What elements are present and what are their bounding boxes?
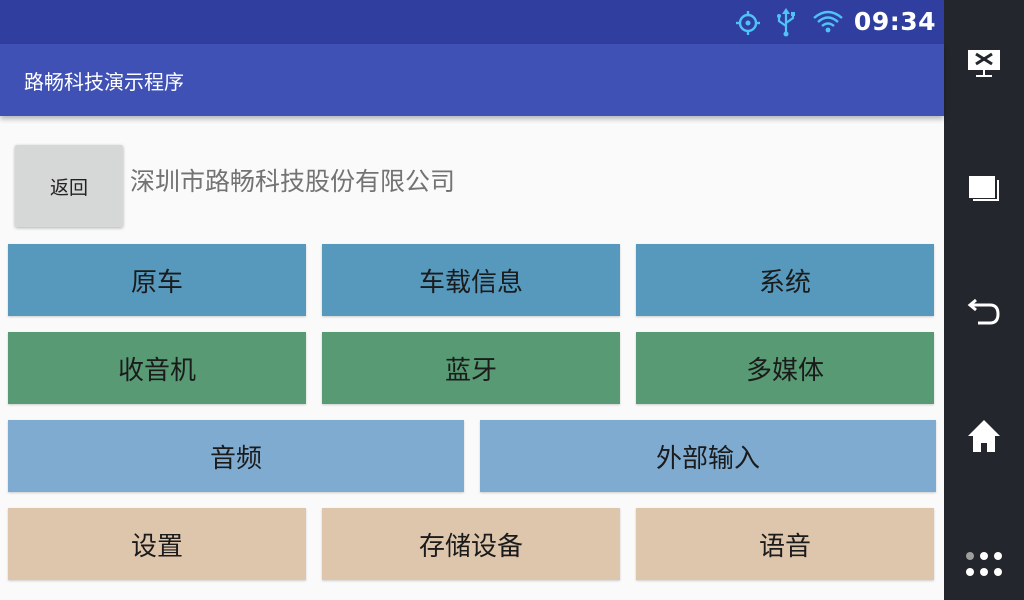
bluetooth-button[interactable]: 蓝牙	[322, 332, 620, 404]
system-button[interactable]: 系统	[636, 244, 934, 316]
main-content: 返回 深圳市路畅科技股份有限公司 原车 车载信息 系统 收音机 蓝牙 多媒体 音…	[0, 116, 944, 600]
recent-apps-icon[interactable]	[964, 168, 1004, 208]
radio-button[interactable]: 收音机	[8, 332, 306, 404]
navigation-bar	[944, 0, 1024, 600]
wifi-icon	[813, 10, 843, 33]
company-name: 深圳市路畅科技股份有限公司	[130, 167, 456, 196]
multimedia-button[interactable]: 多媒体	[636, 332, 934, 404]
apps-grid-icon[interactable]	[964, 546, 1004, 586]
device-screen: 09:34 路畅科技演示程序 返回 深圳市路畅科技股份有限公司 原车 车载信息 …	[0, 0, 1024, 600]
back-button[interactable]: 返回	[15, 145, 123, 227]
screen-mirror-icon[interactable]	[964, 42, 1004, 82]
settings-button[interactable]: 设置	[8, 508, 306, 580]
home-icon[interactable]	[964, 416, 1004, 456]
status-time: 09:34	[853, 7, 936, 36]
vehicle-info-button[interactable]: 车载信息	[322, 244, 620, 316]
voice-button[interactable]: 语音	[636, 508, 934, 580]
storage-button[interactable]: 存储设备	[322, 508, 620, 580]
gps-icon	[736, 11, 760, 35]
app-bar: 路畅科技演示程序	[0, 44, 944, 116]
app-title: 路畅科技演示程序	[24, 70, 184, 94]
original-car-button[interactable]: 原车	[8, 244, 306, 316]
usb-icon	[777, 8, 795, 37]
status-bar: 09:34	[0, 0, 944, 44]
back-icon[interactable]	[964, 292, 1004, 332]
audio-button[interactable]: 音频	[8, 420, 464, 492]
external-input-button[interactable]: 外部输入	[480, 420, 936, 492]
